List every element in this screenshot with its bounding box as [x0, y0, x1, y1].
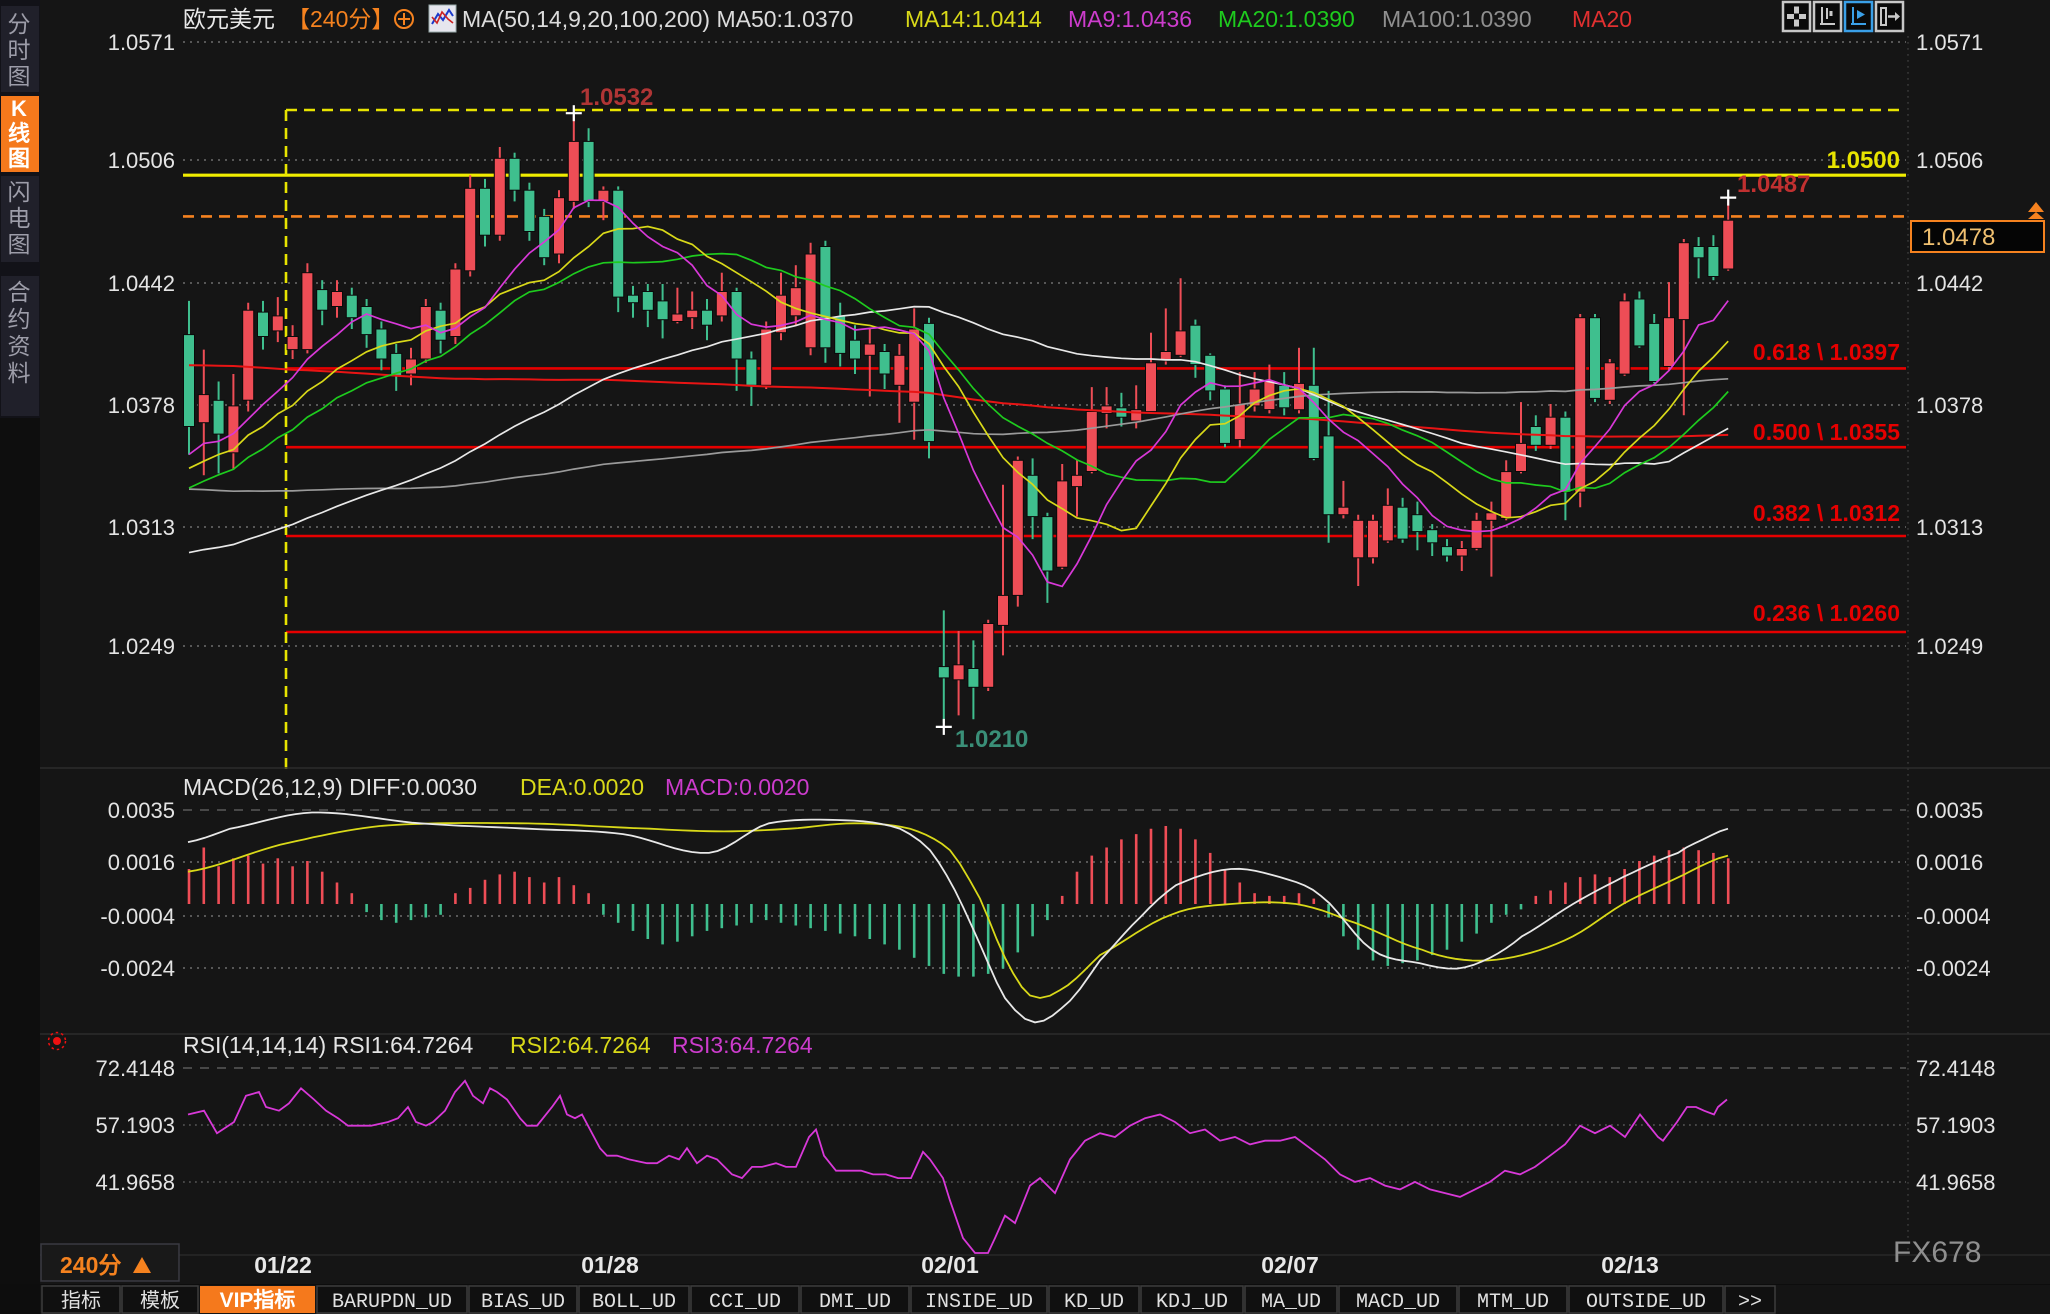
svg-text:02/01: 02/01	[921, 1252, 979, 1278]
svg-text:0.618 \ 1.0397: 0.618 \ 1.0397	[1753, 339, 1900, 365]
svg-text:时: 时	[8, 37, 31, 63]
svg-text:0.0016: 0.0016	[1916, 850, 1983, 875]
svg-text:01/28: 01/28	[581, 1252, 639, 1278]
svg-text:约: 约	[8, 306, 31, 332]
svg-text:线: 线	[8, 121, 30, 146]
svg-text:MA_UD: MA_UD	[1261, 1291, 1321, 1314]
svg-text:料: 料	[8, 360, 31, 386]
svg-text:电: 电	[8, 205, 31, 231]
svg-text:图: 图	[8, 63, 31, 89]
svg-text:02/07: 02/07	[1261, 1252, 1319, 1278]
svg-text:1.0442: 1.0442	[108, 271, 175, 296]
svg-text:72.4148: 72.4148	[1916, 1056, 1996, 1081]
svg-text:MACD_UD: MACD_UD	[1356, 1291, 1440, 1314]
svg-text:1.0249: 1.0249	[108, 634, 175, 659]
svg-text:41.9658: 41.9658	[1916, 1170, 1996, 1195]
svg-text:KDJ_UD: KDJ_UD	[1156, 1291, 1228, 1314]
svg-text:1.0313: 1.0313	[108, 515, 175, 540]
svg-text:-0.0004: -0.0004	[100, 904, 175, 929]
svg-text:1.0500: 1.0500	[1827, 147, 1900, 174]
svg-text:02/13: 02/13	[1601, 1252, 1659, 1278]
svg-text:BARUPDN_UD: BARUPDN_UD	[332, 1291, 452, 1314]
svg-text:【240分】: 【240分】	[287, 6, 394, 32]
svg-text:01/22: 01/22	[254, 1252, 312, 1278]
svg-text:图: 图	[8, 146, 30, 171]
svg-text:1.0378: 1.0378	[1916, 393, 1983, 418]
svg-text:MA20:1.0390: MA20:1.0390	[1218, 6, 1355, 32]
svg-text:1.0249: 1.0249	[1916, 634, 1983, 659]
svg-text:1.0532: 1.0532	[580, 84, 653, 111]
svg-text:0.500 \ 1.0355: 0.500 \ 1.0355	[1753, 419, 1900, 445]
svg-text:1.0487: 1.0487	[1737, 171, 1810, 198]
svg-text:OUTSIDE_UD: OUTSIDE_UD	[1586, 1291, 1706, 1314]
svg-text:-0.0024: -0.0024	[1916, 956, 1991, 981]
svg-text:-0.0024: -0.0024	[100, 956, 175, 981]
svg-text:FX678: FX678	[1893, 1236, 1981, 1269]
svg-text:MA(50,14,9,20,100,200) MA50:1.: MA(50,14,9,20,100,200) MA50:1.0370	[462, 6, 853, 32]
svg-text:0.236 \ 1.0260: 0.236 \ 1.0260	[1753, 600, 1900, 626]
svg-text:资: 资	[8, 333, 31, 359]
svg-text:K: K	[11, 96, 27, 121]
svg-text:合: 合	[8, 279, 31, 305]
svg-text:MTM_UD: MTM_UD	[1477, 1291, 1549, 1314]
svg-text:RSI(14,14,14) RSI1:64.7264: RSI(14,14,14) RSI1:64.7264	[183, 1032, 473, 1058]
svg-text:240分: 240分	[60, 1252, 121, 1278]
svg-text:-0.0004: -0.0004	[1916, 904, 1991, 929]
svg-text:图: 图	[8, 231, 31, 257]
svg-text:指标: 指标	[61, 1289, 101, 1312]
svg-text:72.4148: 72.4148	[95, 1056, 175, 1081]
svg-text:MA14:1.0414: MA14:1.0414	[905, 6, 1042, 32]
svg-text:>>: >>	[1738, 1291, 1762, 1314]
svg-text:MA9:1.0436: MA9:1.0436	[1068, 6, 1192, 32]
svg-text:DEA:0.0020: DEA:0.0020	[520, 774, 644, 800]
svg-text:欧元美元: 欧元美元	[183, 6, 275, 32]
svg-text:分: 分	[8, 11, 31, 37]
svg-text:闪: 闪	[8, 179, 31, 205]
svg-text:RSI2:64.7264: RSI2:64.7264	[510, 1032, 651, 1058]
svg-text:1.0378: 1.0378	[108, 393, 175, 418]
svg-text:模板: 模板	[140, 1289, 180, 1312]
svg-text:1.0571: 1.0571	[1916, 30, 1983, 55]
svg-text:0.382 \ 1.0312: 0.382 \ 1.0312	[1753, 500, 1900, 526]
svg-text:DMI_UD: DMI_UD	[819, 1291, 891, 1314]
svg-text:1.0478: 1.0478	[1922, 224, 1995, 251]
svg-text:INSIDE_UD: INSIDE_UD	[925, 1291, 1033, 1314]
svg-text:1.0571: 1.0571	[108, 30, 175, 55]
svg-text:RSI3:64.7264: RSI3:64.7264	[672, 1032, 813, 1058]
svg-text:0.0016: 0.0016	[108, 850, 175, 875]
svg-text:41.9658: 41.9658	[95, 1170, 175, 1195]
svg-text:0.0035: 0.0035	[1916, 798, 1983, 823]
svg-text:1.0210: 1.0210	[955, 726, 1028, 753]
svg-text:57.1903: 57.1903	[1916, 1113, 1996, 1138]
svg-text:1.0506: 1.0506	[1916, 148, 1983, 173]
svg-text:CCI_UD: CCI_UD	[709, 1291, 781, 1314]
svg-text:1.0313: 1.0313	[1916, 515, 1983, 540]
svg-text:57.1903: 57.1903	[95, 1113, 175, 1138]
svg-text:BOLL_UD: BOLL_UD	[592, 1291, 676, 1314]
svg-text:BIAS_UD: BIAS_UD	[481, 1291, 565, 1314]
svg-text:MACD(26,12,9) DIFF:0.0030: MACD(26,12,9) DIFF:0.0030	[183, 774, 477, 800]
svg-text:MACD:0.0020: MACD:0.0020	[665, 774, 809, 800]
svg-text:MA20: MA20	[1572, 6, 1632, 32]
svg-text:1.0442: 1.0442	[1916, 271, 1983, 296]
svg-text:KD_UD: KD_UD	[1064, 1291, 1124, 1314]
svg-text:VIP指标: VIP指标	[220, 1288, 296, 1312]
svg-text:0.0035: 0.0035	[108, 798, 175, 823]
svg-text:1.0506: 1.0506	[108, 148, 175, 173]
svg-text:MA100:1.0390: MA100:1.0390	[1382, 6, 1532, 32]
